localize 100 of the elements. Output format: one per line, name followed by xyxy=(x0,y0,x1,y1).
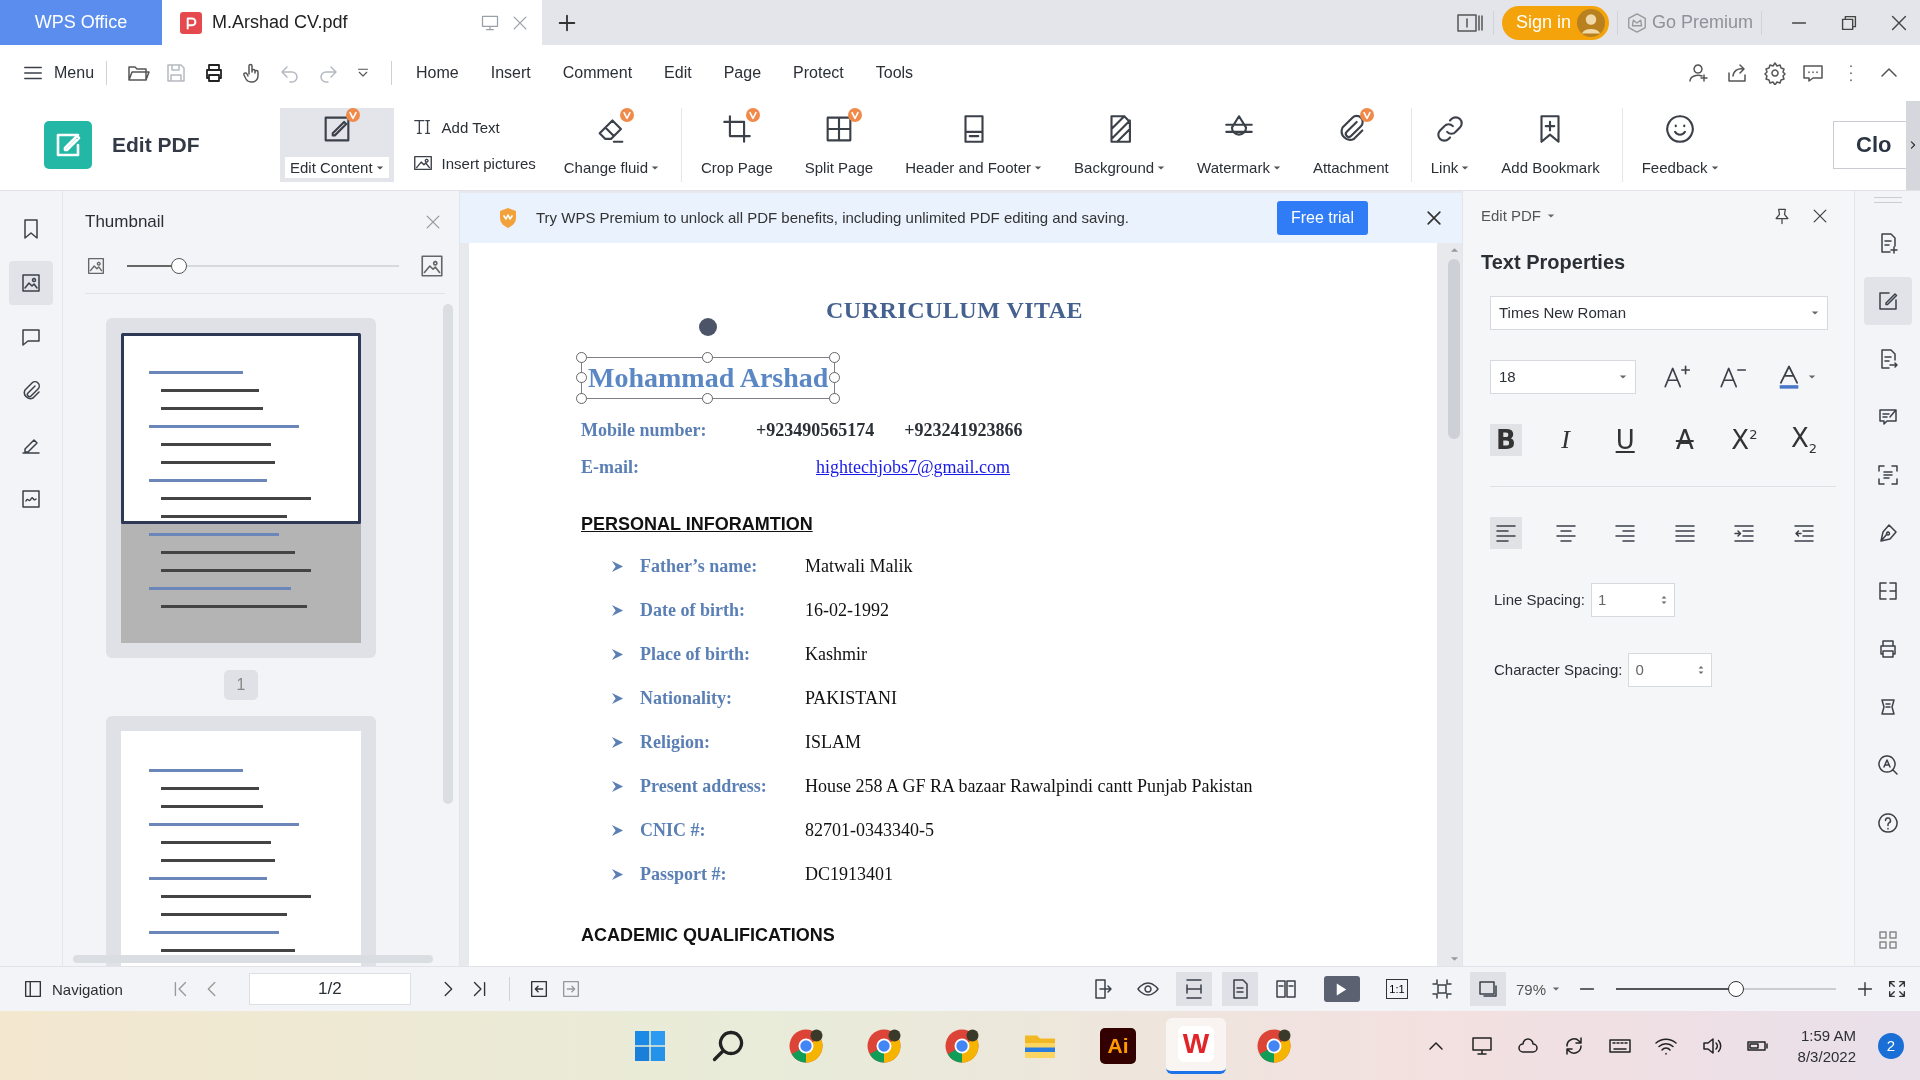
zoom-dropdown[interactable]: 79% xyxy=(1515,980,1560,998)
ribbon-button[interactable]: Insert pictures xyxy=(411,152,536,175)
settings-icon[interactable] xyxy=(1763,60,1787,85)
menu-tab[interactable]: Page xyxy=(723,63,762,82)
ribbon-button[interactable]: Split Page xyxy=(794,108,884,183)
font-size-dropdown[interactable]: 18 xyxy=(1490,359,1636,394)
notification-badge[interactable]: 2 xyxy=(1878,1032,1904,1059)
avatar-icon xyxy=(1576,8,1605,37)
caret-icon xyxy=(1710,164,1719,171)
page-thumbnail[interactable] xyxy=(106,317,376,658)
ribbon-button[interactable]: Attachment xyxy=(1302,108,1399,183)
premium-badge-icon xyxy=(620,108,635,123)
single-page-icon[interactable] xyxy=(1221,972,1258,1007)
resize-handle[interactable] xyxy=(702,392,714,404)
caret-icon xyxy=(1552,986,1560,993)
field-label: Line Spacing: xyxy=(1494,591,1585,609)
ribbon-button[interactable]: Watermark xyxy=(1187,108,1291,183)
field-label: CNIC #: xyxy=(640,820,707,842)
underline-button[interactable]: U xyxy=(1609,423,1642,456)
number-field[interactable]: 0 xyxy=(1628,652,1713,687)
fit-rotate-icon[interactable] xyxy=(1469,972,1506,1007)
resize-handle[interactable] xyxy=(829,351,841,363)
strike-button[interactable]: A xyxy=(1668,423,1701,456)
crown-icon xyxy=(1625,11,1648,34)
premium-badge-icon xyxy=(847,108,862,123)
play-icon xyxy=(1336,982,1348,996)
chevron-right-icon xyxy=(1909,139,1917,152)
bold-button[interactable]: B xyxy=(1490,423,1522,456)
arrow-bullet-icon xyxy=(611,692,624,706)
field-value: Matwali Malik xyxy=(805,556,913,578)
premium-badge-icon xyxy=(745,108,760,123)
taskbar-app[interactable]: W xyxy=(1166,1017,1226,1074)
field-label: Place of birth: xyxy=(640,644,751,666)
taskbar-app[interactable]: Ai xyxy=(1088,1017,1148,1074)
panel-title: Thumbnail xyxy=(85,211,166,232)
resize-handle[interactable] xyxy=(829,371,841,383)
ribbon-button[interactable]: Crop Page xyxy=(681,108,783,183)
menu-tab[interactable]: Tools xyxy=(875,63,914,82)
scrollbar-thumb[interactable] xyxy=(1448,258,1460,439)
field-label: Religion: xyxy=(640,732,711,754)
caret-icon xyxy=(375,164,384,171)
field-label: Father’s name: xyxy=(640,556,759,578)
resize-handle[interactable] xyxy=(576,351,587,363)
number-field[interactable]: 1 xyxy=(1590,582,1675,617)
menu-tab[interactable]: Insert xyxy=(490,63,531,82)
caret-icon xyxy=(1619,373,1627,380)
fit-width-icon[interactable] xyxy=(1175,972,1212,1007)
ribbon-button[interactable]: Link xyxy=(1410,108,1480,183)
notice-text: Try WPS Premium to unlock all PDF benefits, including unlimited PDF editing and saving. xyxy=(536,209,1131,227)
free-trial-button[interactable]: Free trial xyxy=(1276,200,1368,235)
ribbon-button[interactable]: Header and Footer xyxy=(895,108,1053,183)
page-number: 1 xyxy=(224,669,258,700)
navigation-button[interactable]: Navigation xyxy=(22,978,123,1001)
sub-button[interactable]: X$_{2}$ xyxy=(1787,423,1820,456)
slider-thumb[interactable] xyxy=(1728,981,1745,998)
phone-number: +923241923866 xyxy=(904,419,1023,441)
scrollbar[interactable] xyxy=(443,303,453,804)
resize-handle[interactable] xyxy=(829,392,841,404)
clock[interactable]: 1:59 AM 8/3/2022 xyxy=(1797,1026,1856,1065)
menu-tab[interactable]: Edit xyxy=(664,63,692,82)
caret-icon xyxy=(1811,309,1819,316)
panel-dropdown[interactable]: Edit PDF xyxy=(1481,207,1555,225)
field-label: Present address: xyxy=(640,776,768,798)
ribbon-button[interactable]: Change fluid xyxy=(553,108,669,183)
document-tab[interactable]: M.Arshad CV.pdf xyxy=(162,0,542,45)
ribbon-button[interactable]: Background xyxy=(1064,108,1176,183)
large-image-icon[interactable] xyxy=(419,252,445,279)
actual-size-button[interactable]: 1:1 xyxy=(1385,979,1408,1000)
image-icon[interactable] xyxy=(9,260,53,305)
slider-thumb[interactable] xyxy=(170,257,187,274)
align-left-button[interactable] xyxy=(1490,516,1522,549)
ribbon-button[interactable]: Edit Content xyxy=(280,108,394,183)
play-button[interactable] xyxy=(1323,976,1360,1003)
page-thumbnail[interactable] xyxy=(106,715,376,966)
resize-handle[interactable] xyxy=(702,351,714,363)
premium-badge-icon xyxy=(345,108,360,123)
email-link[interactable]: hightechjobs7@gmail.com xyxy=(816,456,1011,478)
menu-tab[interactable]: Home xyxy=(416,63,459,82)
rotate-handle[interactable] xyxy=(699,317,718,336)
field-value: House 258 A GF RA bazaar Rawalpindi cantt Punjab Pakistan xyxy=(805,776,1253,798)
menu-tab[interactable]: Protect xyxy=(793,63,844,82)
scrollbar[interactable] xyxy=(73,954,433,963)
edit-icon[interactable] xyxy=(1863,276,1912,325)
menu-button[interactable]: Menu xyxy=(22,61,95,84)
menu-tab[interactable]: Comment xyxy=(562,63,633,82)
ribbon-button[interactable]: Add Text xyxy=(411,116,536,139)
font-dropdown[interactable]: Times New Roman xyxy=(1490,295,1828,330)
page-field[interactable]: 1/2 xyxy=(248,973,411,1006)
time-text: 1:59 AM xyxy=(1800,1026,1856,1044)
resize-handle[interactable] xyxy=(576,371,587,383)
ribbon-title: Edit PDF xyxy=(112,133,200,158)
field-label: Character Spacing: xyxy=(1494,661,1623,679)
ribbon-button[interactable]: Add Bookmark xyxy=(1491,108,1610,183)
field-label: Passport #: xyxy=(640,864,728,886)
field-value: DC1913401 xyxy=(805,864,893,886)
ribbon-button[interactable]: Feedback xyxy=(1621,108,1729,183)
resize-handle[interactable] xyxy=(576,392,587,404)
italic-button[interactable]: I xyxy=(1549,423,1582,456)
browser-icon xyxy=(944,1027,980,1064)
sup-button[interactable]: X$^{2}$ xyxy=(1728,423,1761,456)
